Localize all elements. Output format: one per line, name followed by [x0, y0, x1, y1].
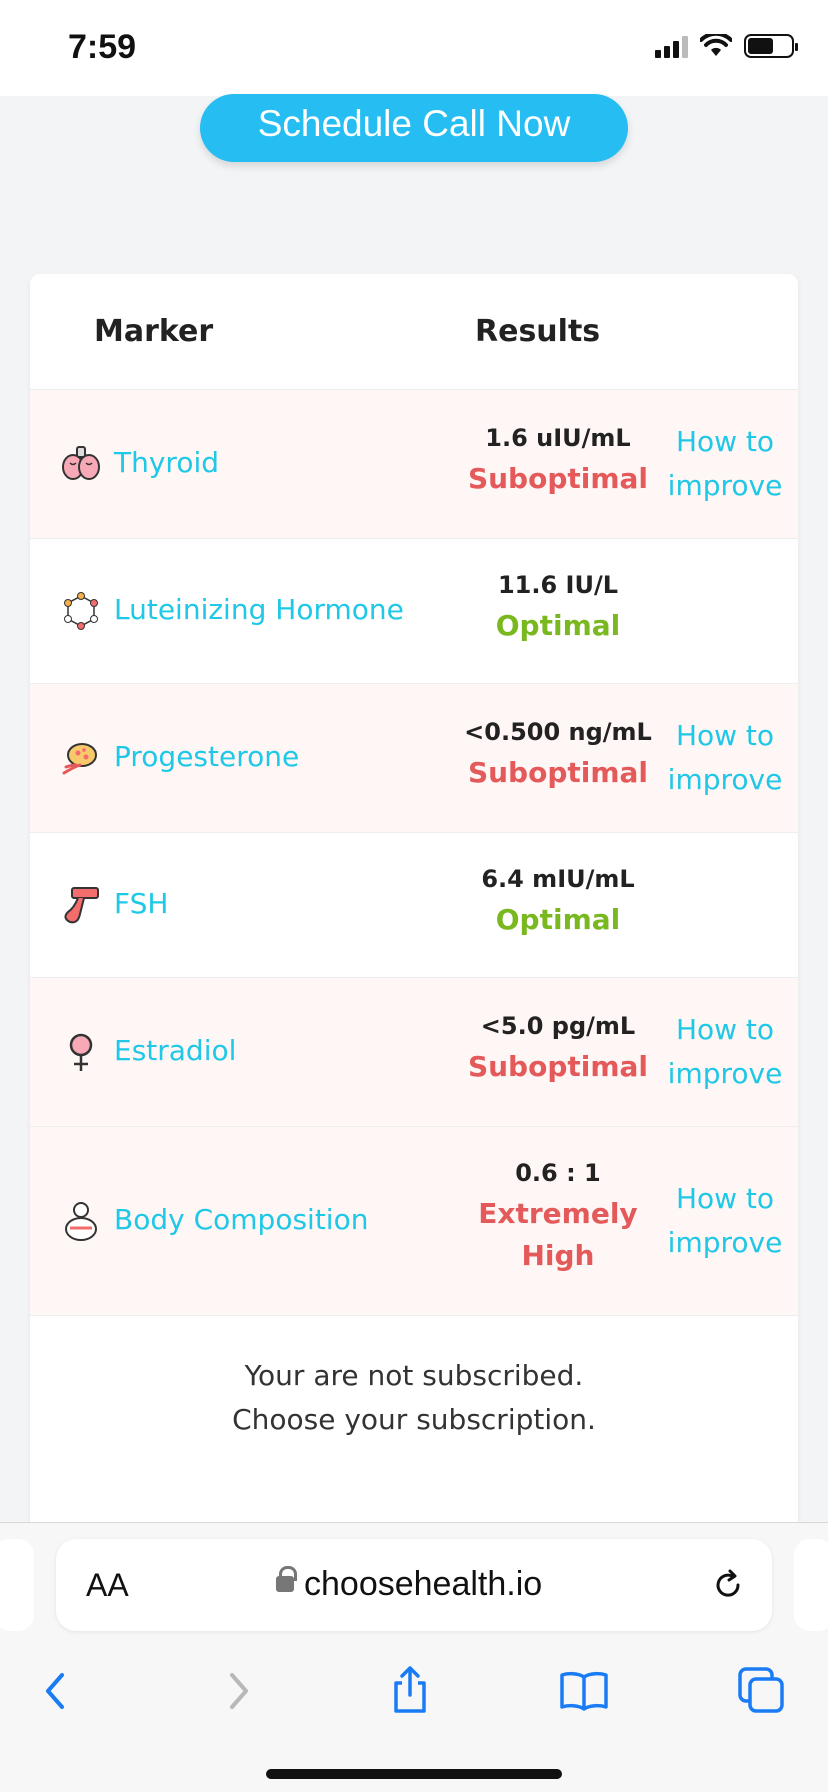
text-size-button[interactable]: AA	[86, 1567, 129, 1604]
browser-toolbar: AA choosehealth.io	[0, 1522, 828, 1792]
marker-name[interactable]: Body Composition	[114, 1203, 368, 1236]
result-value: <0.500 ng/mL	[464, 718, 652, 746]
marker-row-estradiol: Estradiol <5.0 pg/mL Suboptimal How to i…	[30, 978, 798, 1127]
how-to-improve-link[interactable]: How to improve	[660, 1177, 790, 1265]
url-text: choosehealth.io	[304, 1565, 543, 1603]
header-results: Results	[475, 314, 601, 349]
subscription-line-1: Your are not subscribed.	[244, 1359, 584, 1392]
molecule-icon	[64, 592, 98, 630]
subscription-line-2: Choose your subscription.	[232, 1403, 596, 1436]
marker-result: 6.4 mIU/mL Optimal	[428, 859, 688, 941]
marker-name[interactable]: Estradiol	[114, 1034, 236, 1067]
status-bar: 7:59	[0, 0, 828, 96]
marker-name[interactable]: FSH	[114, 887, 168, 920]
result-status: Optimal	[495, 903, 621, 936]
next-tab-preview[interactable]	[794, 1539, 828, 1631]
cellular-signal-icon	[655, 34, 688, 58]
result-value: 1.6 uIU/mL	[485, 424, 631, 452]
result-value: 0.6 : 1	[515, 1159, 601, 1187]
result-status: Suboptimal	[467, 756, 649, 789]
forward-icon[interactable]	[206, 1661, 266, 1721]
body-icon	[65, 1202, 97, 1241]
lock-icon	[276, 1565, 297, 1596]
marker-result: 0.6 : 1 Extremely High	[448, 1153, 668, 1277]
marker-name[interactable]: Luteinizing Hormone	[114, 593, 404, 626]
result-status: Extremely High	[478, 1197, 638, 1272]
marker-row-progesterone: Progesterone <0.500 ng/mL Suboptimal How…	[30, 684, 798, 833]
result-value: 6.4 mIU/mL	[481, 865, 635, 893]
marker-result: <0.500 ng/mL Suboptimal	[428, 712, 688, 794]
marker-result: 11.6 IU/L Optimal	[428, 565, 688, 647]
status-icons	[655, 34, 798, 58]
status-time: 7:59	[68, 28, 137, 66]
home-indicator[interactable]	[266, 1769, 562, 1779]
how-to-improve-link[interactable]: How to improve	[660, 1008, 790, 1096]
marker-result: 1.6 uIU/mL Suboptimal	[428, 418, 688, 500]
marker-row-thyroid: Thyroid 1.6 uIU/mL Suboptimal How to imp…	[30, 390, 798, 539]
how-to-improve-link[interactable]: How to improve	[660, 420, 790, 508]
bookmarks-icon[interactable]	[554, 1661, 614, 1721]
result-status: Suboptimal	[467, 1050, 649, 1083]
browser-navigation	[0, 1661, 828, 1731]
fsh-icon	[64, 887, 99, 924]
reload-icon[interactable]	[710, 1567, 746, 1603]
result-value: 11.6 IU/L	[497, 571, 619, 599]
result-value: <5.0 pg/mL	[480, 1012, 636, 1040]
tabs-icon[interactable]	[732, 1661, 792, 1721]
battery-icon	[744, 34, 798, 58]
marker-row-fsh: FSH 6.4 mIU/mL Optimal	[30, 833, 798, 978]
marker-result: <5.0 pg/mL Suboptimal	[428, 1006, 688, 1088]
result-status: Optimal	[495, 609, 621, 642]
back-icon[interactable]	[28, 1661, 88, 1721]
marker-name[interactable]: Progesterone	[114, 740, 299, 773]
url-display[interactable]: choosehealth.io	[276, 1565, 542, 1604]
marker-row-luteinizing-hormone: Luteinizing Hormone 11.6 IU/L Optimal	[30, 539, 798, 684]
previous-tab-preview[interactable]	[0, 1539, 34, 1631]
result-status: Suboptimal	[467, 462, 649, 495]
wifi-icon	[700, 34, 732, 56]
share-icon[interactable]	[380, 1661, 440, 1721]
marker-row-body-composition: Body Composition 0.6 : 1 Extremely High …	[30, 1127, 798, 1316]
marker-name[interactable]: Thyroid	[114, 446, 219, 479]
how-to-improve-link[interactable]: How to improve	[660, 714, 790, 802]
thyroid-icon	[62, 446, 100, 480]
address-bar[interactable]: AA choosehealth.io	[56, 1539, 772, 1631]
ovary-icon	[62, 743, 97, 775]
schedule-call-button[interactable]: Schedule Call Now	[200, 94, 628, 162]
header-marker: Marker	[94, 314, 214, 349]
subscription-message: Your are not subscribed. Choose your sub…	[30, 1354, 798, 1442]
results-card: Marker Results Thyroid 1.6 uIU/mL Subopt…	[30, 274, 798, 1534]
female-symbol-icon	[69, 1033, 93, 1071]
table-header: Marker Results	[30, 274, 798, 390]
